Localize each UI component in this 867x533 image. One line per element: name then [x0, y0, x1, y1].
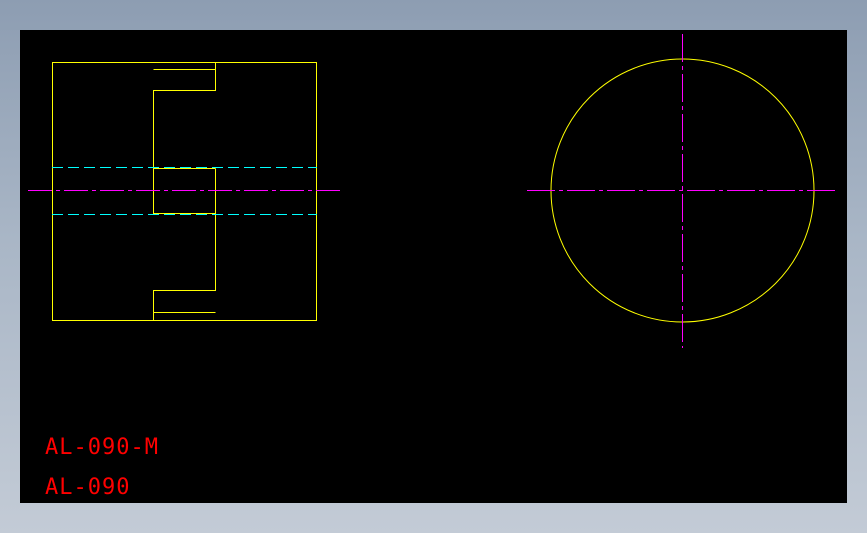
cad-drawing	[28, 34, 838, 348]
side-view-outer-body	[52, 62, 317, 321]
cad-viewport[interactable]: AL-090-M AL-090	[20, 30, 847, 503]
drawing-label-part-code: AL-090-M	[45, 435, 159, 460]
front-view	[527, 34, 838, 348]
side-view	[28, 62, 340, 321]
drawing-label-model: AL-090	[45, 475, 131, 500]
side-view-jaw-profile	[153, 62, 216, 321]
